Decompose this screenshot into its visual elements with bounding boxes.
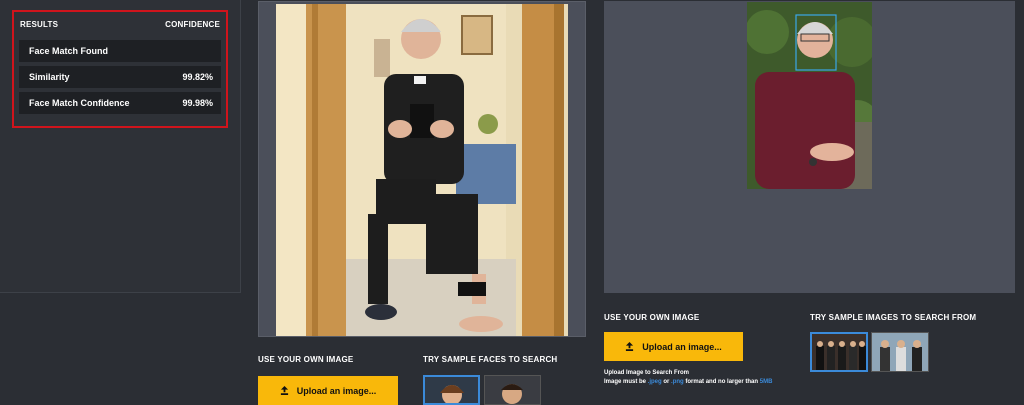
target-samples-label: TRY SAMPLE IMAGES TO SEARCH FROM bbox=[810, 313, 977, 322]
note-jpg: .jpeg bbox=[647, 379, 662, 385]
note-size: 5MB bbox=[759, 379, 773, 385]
source-upload-button[interactable]: Upload an image... bbox=[258, 376, 398, 405]
upload-icon bbox=[626, 342, 634, 351]
result-row-similarity: Similarity 99.82% bbox=[19, 66, 221, 88]
upload-note: Upload Image to Search From Image must b… bbox=[604, 369, 772, 387]
sample-face-2[interactable] bbox=[484, 375, 541, 405]
sample-image-2[interactable] bbox=[871, 332, 929, 372]
source-samples-label: TRY SAMPLE FACES TO SEARCH bbox=[423, 355, 558, 364]
note-mid: format and no larger than bbox=[683, 379, 760, 385]
result-label: Face Match Confidence bbox=[29, 98, 130, 108]
target-image-panel bbox=[604, 1, 1015, 293]
results-box: RESULTS CONFIDENCE Face Match Found Simi… bbox=[12, 10, 228, 128]
results-header: RESULTS CONFIDENCE bbox=[20, 20, 220, 34]
source-upload-label: Upload an image... bbox=[296, 385, 377, 396]
target-upload-label: Upload an image... bbox=[642, 341, 722, 352]
target-upload-button[interactable]: Upload an image... bbox=[604, 332, 743, 361]
upload-note-line1: Upload Image to Search From bbox=[604, 370, 690, 376]
results-panel: RESULTS CONFIDENCE Face Match Found Simi… bbox=[0, 0, 241, 293]
sample-face-1[interactable] bbox=[423, 375, 480, 405]
note-or: or bbox=[661, 379, 672, 385]
source-image-panel bbox=[258, 1, 586, 337]
source-use-own-label: USE YOUR OWN IMAGE bbox=[258, 355, 354, 364]
sample-image-1[interactable] bbox=[810, 332, 868, 372]
target-use-own-label: USE YOUR OWN IMAGE bbox=[604, 313, 700, 322]
result-row-face-match: Face Match Found bbox=[19, 40, 221, 62]
upload-icon bbox=[280, 386, 288, 395]
result-value: 99.98% bbox=[182, 98, 213, 108]
result-row-confidence: Face Match Confidence 99.98% bbox=[19, 92, 221, 114]
result-value: 99.82% bbox=[182, 72, 213, 82]
result-label: Face Match Found bbox=[29, 46, 109, 56]
note-png: .png bbox=[671, 379, 684, 385]
upload-note-line2: Image must be .jpeg or .png format and n… bbox=[604, 378, 772, 387]
confidence-header-label: CONFIDENCE bbox=[165, 20, 220, 29]
result-label: Similarity bbox=[29, 72, 70, 82]
target-photo bbox=[747, 2, 872, 189]
note-prefix: Image must be bbox=[604, 379, 648, 385]
results-header-label: RESULTS bbox=[20, 20, 59, 29]
source-photo bbox=[276, 4, 568, 336]
